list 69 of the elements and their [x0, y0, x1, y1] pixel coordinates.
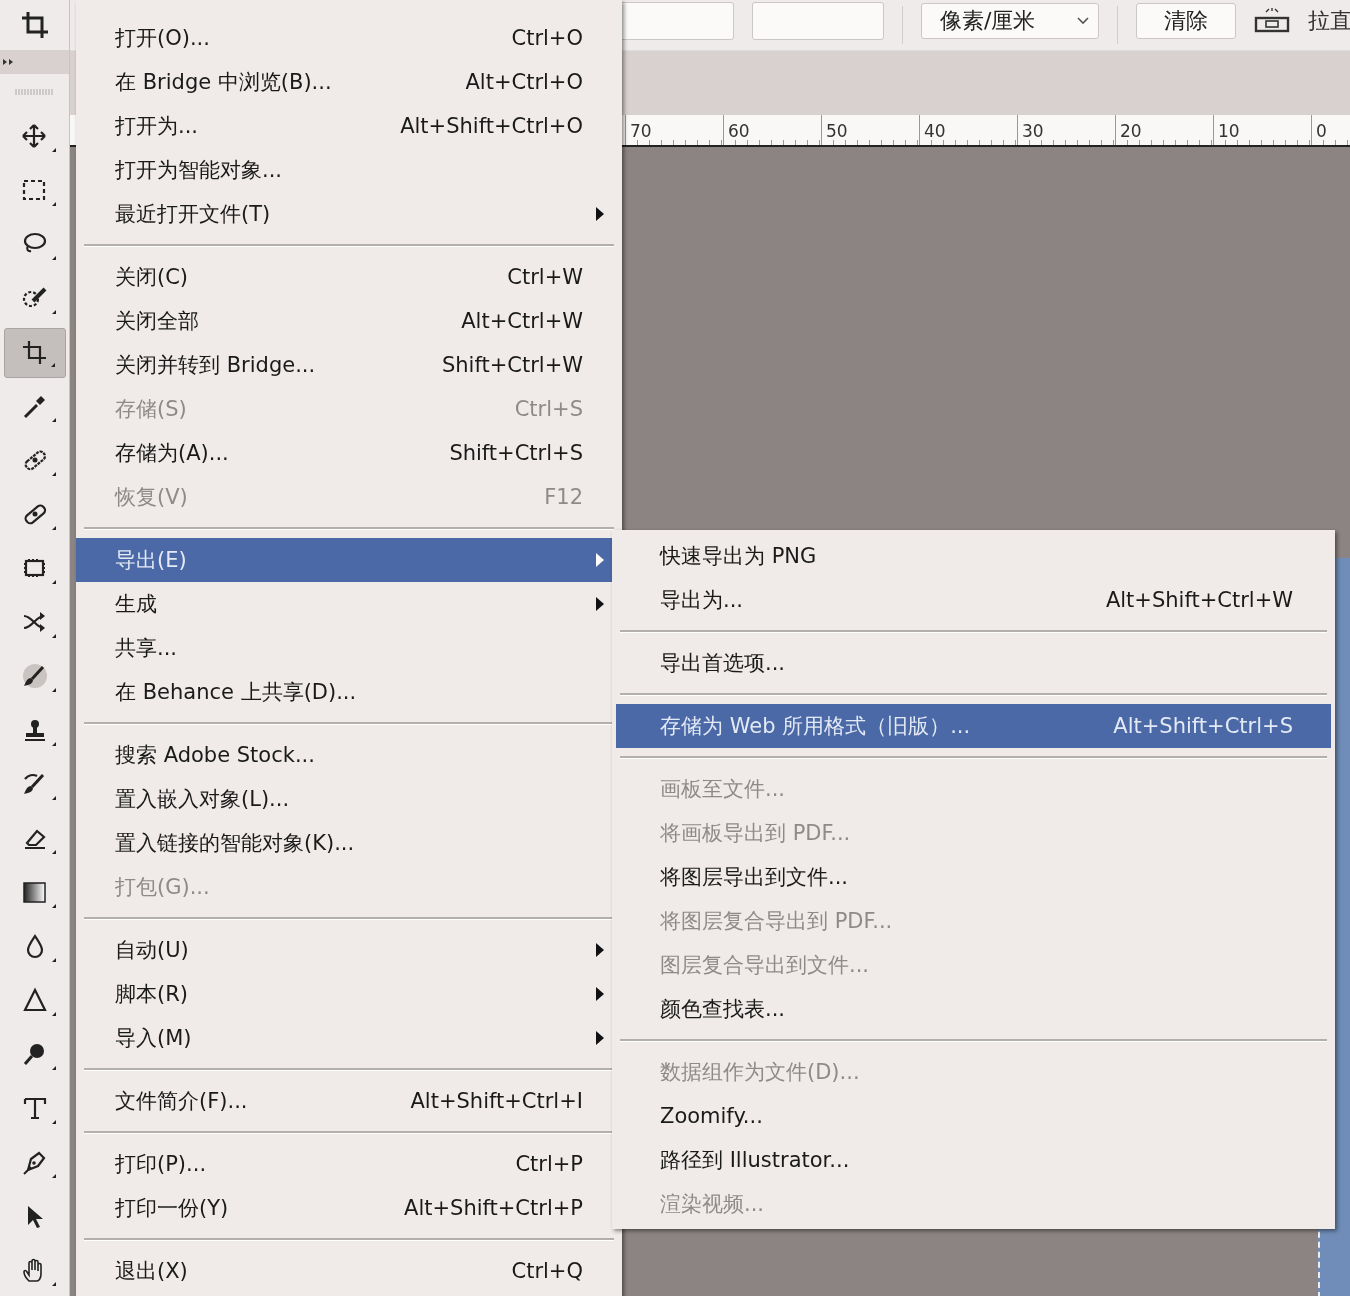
level-icon[interactable] — [1254, 8, 1290, 34]
crop-icon — [20, 339, 49, 367]
submenu-arrow-icon — [596, 597, 604, 611]
submenu-arrow-icon — [596, 553, 604, 567]
menu-item[interactable]: 颜色查找表... — [616, 987, 1331, 1031]
menu-item[interactable]: 将图层导出到文件... — [616, 855, 1331, 899]
menu-item[interactable]: 关闭(C) Ctrl+W — [76, 255, 612, 299]
menu-item[interactable]: 导入(M) — [76, 1016, 612, 1060]
menu-item[interactable]: 关闭全部 Alt+Ctrl+W — [76, 299, 612, 343]
menu-item[interactable]: 导出(E) — [76, 538, 612, 582]
menu-item[interactable]: 存储为 Web 所用格式（旧版）... Alt+Shift+Ctrl+S — [616, 704, 1331, 748]
ruler-label: 50 — [821, 115, 919, 145]
shortcut-label: Alt+Ctrl+W — [461, 309, 583, 333]
menu-item[interactable]: 导出为... Alt+Shift+Ctrl+W — [616, 578, 1331, 622]
menu-item[interactable]: 脚本(R) — [76, 972, 612, 1016]
ruler-label: 20 — [1115, 115, 1213, 145]
menu-item[interactable]: 搜索 Adobe Stock... — [76, 733, 612, 777]
menu-item[interactable]: Zoomify... — [616, 1094, 1331, 1138]
shortcut-label: F12 — [544, 485, 583, 509]
unit-dropdown[interactable]: 像素/厘米 — [921, 3, 1099, 39]
menu-item[interactable]: 自动(U) — [76, 928, 612, 972]
menu-item[interactable]: 置入链接的智能对象(K)... — [76, 821, 612, 865]
menu-item[interactable]: 路径到 Illustrator... — [616, 1138, 1331, 1182]
shortcut-label: Ctrl+W — [507, 265, 583, 289]
menu-item[interactable]: 关闭并转到 Bridge... Shift+Ctrl+W — [76, 343, 612, 387]
grip-icon[interactable] — [14, 89, 55, 95]
menu-item[interactable]: 退出(X) Ctrl+Q — [76, 1249, 612, 1293]
menu-item[interactable]: 打印一份(Y) Alt+Shift+Ctrl+P — [76, 1186, 612, 1230]
ruler-label: 40 — [919, 115, 1017, 145]
clear-button[interactable]: 清除 — [1136, 3, 1236, 39]
submenu-arrow-icon — [596, 943, 604, 957]
chevron-down-icon — [1076, 16, 1090, 26]
menu-item[interactable]: 导出首选项... — [616, 641, 1331, 685]
ruler-label: 10 — [1213, 115, 1311, 145]
ruler-label: 60 — [723, 115, 821, 145]
brush-icon — [20, 663, 49, 691]
crop-tool[interactable] — [3, 328, 66, 378]
menu-item[interactable]: 置入嵌入对象(L)... — [76, 777, 612, 821]
shortcut-label: Alt+Shift+Ctrl+P — [404, 1196, 583, 1220]
shortcut-label: Shift+Ctrl+W — [441, 353, 583, 377]
submenu-arrow-icon — [596, 207, 604, 221]
shortcut-label: Ctrl+O — [511, 26, 583, 50]
menu-item[interactable]: 打开(O)... Ctrl+O — [76, 16, 612, 60]
menu-item[interactable]: 在 Behance 上共享(D)... — [76, 670, 612, 714]
submenu-arrow-icon — [596, 987, 604, 1001]
shortcut-label: Ctrl+Q — [511, 1259, 583, 1283]
menu-item[interactable]: 快速导出为 PNG — [616, 534, 1331, 578]
shortcut-label: Alt+Ctrl+O — [465, 70, 583, 94]
menu-item[interactable]: 生成 — [76, 582, 612, 626]
menu-item[interactable]: 打印(P)... Ctrl+P — [76, 1142, 612, 1186]
shortcut-label: Alt+Shift+Ctrl+I — [410, 1089, 583, 1113]
menu-item[interactable]: 存储为(A)... Shift+Ctrl+S — [76, 431, 612, 475]
menu-item[interactable]: 打开为... Alt+Shift+Ctrl+O — [76, 104, 612, 148]
menu-item[interactable]: 最近打开文件(T) — [76, 192, 612, 236]
menu-item[interactable]: 打开为智能对象... — [76, 148, 612, 192]
crop-icon[interactable] — [19, 10, 50, 40]
ruler-label: 30 — [1017, 115, 1115, 145]
ruler-label: 0 — [1311, 115, 1350, 145]
shortcut-label: Alt+Shift+Ctrl+S — [1113, 714, 1293, 738]
submenu-arrow-icon — [596, 1031, 604, 1045]
menu-item[interactable]: 文件简介(F)... Alt+Shift+Ctrl+I — [76, 1079, 612, 1123]
shortcut-label: Shift+Ctrl+S — [449, 441, 583, 465]
shortcut-label: Alt+Shift+Ctrl+W — [1105, 588, 1293, 612]
input-field[interactable] — [752, 2, 884, 40]
shortcut-label: Alt+Shift+Ctrl+O — [400, 114, 583, 138]
shortcut-label: Ctrl+P — [515, 1152, 583, 1176]
ruler-label: 70 — [625, 115, 723, 145]
menu-item[interactable]: 共享... — [76, 626, 612, 670]
shortcut-label: Ctrl+S — [514, 397, 583, 421]
